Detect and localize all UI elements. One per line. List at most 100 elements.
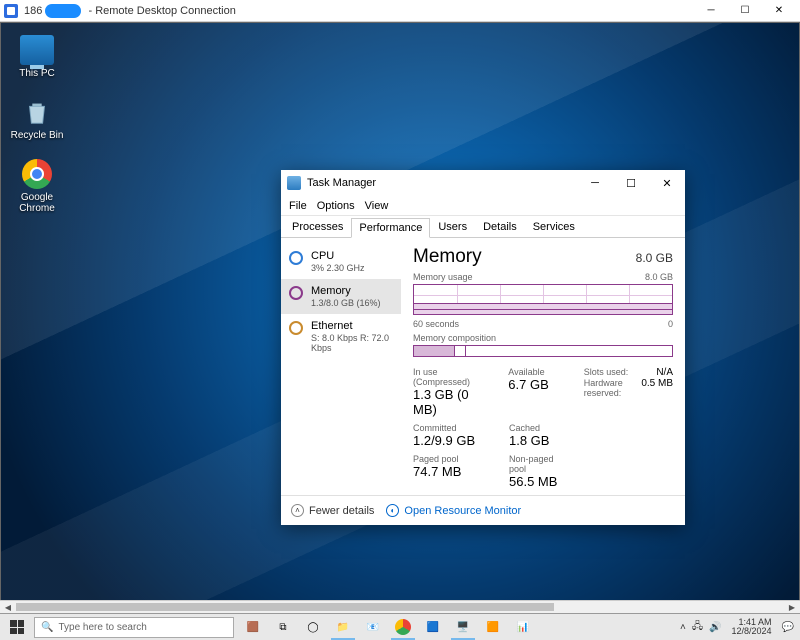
taskbar-task-view[interactable]: ⧉ (268, 614, 298, 640)
tray-network-icon[interactable]: 🖧 (692, 619, 703, 636)
usage-label: Memory usage (413, 272, 473, 282)
stat-val: N/A (656, 367, 673, 378)
maximize-button[interactable]: ☐ (728, 1, 762, 21)
stat-val: 56.5 MB (509, 474, 569, 489)
stat-val: 1.2/9.9 GB (413, 433, 493, 448)
sidebar-labels: Memory 1.3/8.0 GB (16%) (311, 285, 381, 308)
taskbar-item-chrome[interactable] (388, 614, 418, 640)
task-manager-window: Task Manager ─ ☐ ✕ File Options View Pro… (281, 170, 685, 525)
sidebar-sub: S: 8.0 Kbps R: 72.0 Kbps (311, 333, 393, 354)
taskbar-item-cortana[interactable]: ◯ (298, 614, 328, 640)
stat-key: Slots used: (584, 367, 651, 378)
menubar: File Options View (281, 196, 685, 216)
tab-services[interactable]: Services (525, 217, 583, 237)
maximize-button[interactable]: ☐ (613, 170, 649, 196)
taskbar-item-rdc[interactable]: 🖥️ (448, 614, 478, 640)
stat-key: Paged pool (413, 454, 493, 464)
minimize-button[interactable]: ─ (694, 1, 728, 21)
resource-monitor-label: Open Resource Monitor (404, 505, 521, 517)
xaxis-right: 0 (668, 319, 673, 329)
menu-view[interactable]: View (365, 200, 389, 212)
rdc-icon (4, 4, 18, 18)
search-placeholder: Type here to search (58, 622, 146, 633)
task-manager-icon (287, 176, 301, 190)
tray-chevron-up-icon[interactable]: ˄ (680, 622, 686, 633)
scroll-left-button[interactable]: ◀ (0, 601, 16, 613)
desktop-icon-label: Recycle Bin (7, 130, 67, 141)
stat-key: In use (Compressed) (413, 367, 492, 387)
scroll-right-button[interactable]: ▶ (784, 601, 800, 613)
task-manager-titlebar[interactable]: Task Manager ─ ☐ ✕ (281, 170, 685, 196)
desktop-icon-this-pc[interactable]: This PC (7, 35, 67, 79)
tab-performance[interactable]: Performance (351, 218, 430, 238)
taskbar-item-generic[interactable]: 🟫 (238, 614, 268, 640)
tab-users[interactable]: Users (430, 217, 475, 237)
taskbar-item-xampp[interactable]: 🟧 (478, 614, 508, 640)
taskbar-clock[interactable]: 1:41 AM 12/8/2024 (728, 618, 776, 637)
stat-key: Non-paged pool (509, 454, 569, 474)
stat-val: 0.5 MB (641, 378, 673, 398)
stat-key: Cached (509, 423, 569, 433)
perf-heading: Memory (413, 246, 482, 268)
sidebar-labels: CPU 3% 2.30 GHz (311, 250, 365, 273)
host-horizontal-scrollbar[interactable]: ◀ ▶ (0, 600, 800, 613)
tab-details[interactable]: Details (475, 217, 525, 237)
stat-key: Hardware reserved: (584, 378, 636, 398)
menu-file[interactable]: File (289, 200, 307, 212)
task-manager-footer: ˄ Fewer details ◐ Open Resource Monitor (281, 495, 685, 525)
desktop-icon-label: This PC (7, 68, 67, 79)
usage-max: 8.0 GB (645, 272, 673, 282)
taskbar-search[interactable]: 🔍 Type here to search (34, 617, 234, 638)
fewer-details-button[interactable]: ˄ Fewer details (291, 504, 374, 517)
ethernet-ring-icon (289, 321, 303, 335)
cpu-ring-icon (289, 251, 303, 265)
memory-usage-graph (413, 284, 673, 315)
chevron-up-icon: ˄ (291, 504, 304, 517)
xaxis-left: 60 seconds (413, 319, 459, 329)
sidebar-name: Ethernet (311, 320, 393, 333)
close-button[interactable]: ✕ (649, 170, 685, 196)
stat-val: 1.3 GB (0 MB) (413, 387, 492, 417)
stat-key: Committed (413, 423, 493, 433)
fewer-details-label: Fewer details (309, 505, 374, 517)
desktop-icon-recycle-bin[interactable]: Recycle Bin (7, 97, 67, 141)
sidebar-sub: 1.3/8.0 GB (16%) (311, 298, 381, 308)
taskbar-item-app[interactable]: 📊 (508, 614, 538, 640)
rdc-title: 186 - Remote Desktop Connection (24, 4, 694, 18)
open-resource-monitor-link[interactable]: ◐ Open Resource Monitor (386, 504, 521, 517)
sidebar-item-memory[interactable]: Memory 1.3/8.0 GB (16%) (281, 279, 401, 314)
sidebar-item-cpu[interactable]: CPU 3% 2.30 GHz (281, 244, 401, 279)
sidebar-name: CPU (311, 250, 365, 263)
recycle-bin-icon (20, 97, 54, 127)
stat-key: Available (508, 367, 567, 377)
menu-options[interactable]: Options (317, 200, 355, 212)
action-center-icon[interactable]: 💬 (782, 622, 794, 633)
memory-ring-icon (289, 286, 303, 300)
system-tray: ˄ 🖧 🔊 1:41 AM 12/8/2024 💬 (674, 618, 800, 637)
tab-bar: Processes Performance Users Details Serv… (281, 216, 685, 238)
desktop-icon-chrome[interactable]: Google Chrome (7, 159, 67, 214)
sidebar-sub: 3% 2.30 GHz (311, 263, 365, 273)
stat-val: 1.8 GB (509, 433, 569, 448)
remote-desktop-viewport[interactable]: This PC Recycle Bin Google Chrome Task M… (0, 22, 800, 613)
taskbar-item-mail[interactable]: 📧 (358, 614, 388, 640)
resource-monitor-icon: ◐ (386, 504, 399, 517)
taskbar-item-explorer[interactable]: 📁 (328, 614, 358, 640)
scroll-track[interactable] (16, 601, 784, 613)
scroll-thumb[interactable] (16, 603, 554, 611)
tab-processes[interactable]: Processes (284, 217, 351, 237)
chrome-icon (22, 159, 52, 189)
stat-val: 74.7 MB (413, 464, 493, 479)
taskbar-item-vscode[interactable]: 🟦 (418, 614, 448, 640)
close-button[interactable]: ✕ (762, 1, 796, 21)
perf-sidebar: CPU 3% 2.30 GHz Memory 1.3/8.0 GB (16%) … (281, 238, 401, 495)
task-manager-body: CPU 3% 2.30 GHz Memory 1.3/8.0 GB (16%) … (281, 238, 685, 495)
start-button[interactable] (0, 614, 34, 640)
composition-label: Memory composition (413, 333, 496, 343)
window-title: Task Manager (307, 177, 376, 189)
minimize-button[interactable]: ─ (577, 170, 613, 196)
tray-volume-icon[interactable]: 🔊 (709, 622, 721, 633)
rdc-titlebar: 186 - Remote Desktop Connection ─ ☐ ✕ (0, 0, 800, 22)
monitor-icon (20, 35, 54, 65)
sidebar-item-ethernet[interactable]: Ethernet S: 8.0 Kbps R: 72.0 Kbps (281, 314, 401, 359)
